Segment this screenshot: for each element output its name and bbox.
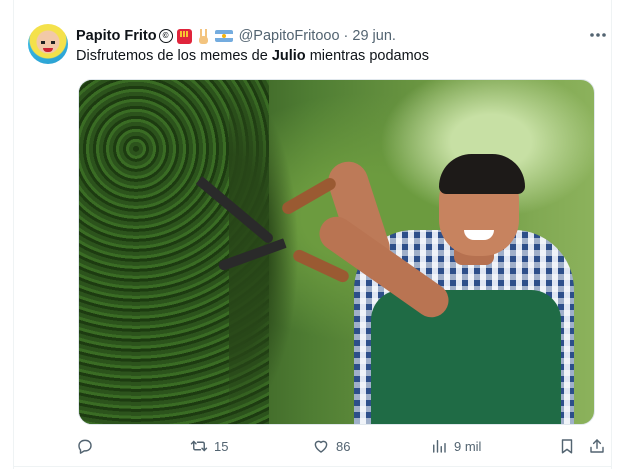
retweet-button[interactable]: 15 — [190, 434, 228, 458]
avatar-eyes — [41, 41, 55, 44]
views-button[interactable]: 9 mil — [430, 434, 481, 458]
share-icon — [590, 439, 604, 453]
bookmark-button[interactable] — [558, 434, 576, 458]
header-separator: · — [343, 28, 349, 44]
name-emojis: © — [158, 28, 237, 44]
timeline-border-right — [611, 0, 612, 469]
retweet-icon — [190, 440, 208, 452]
fries-emoji-icon — [176, 28, 192, 44]
tweet-divider — [13, 466, 612, 467]
reply-button[interactable] — [76, 434, 100, 458]
copyright-mark: © — [158, 29, 173, 43]
tweet-header: Papito Frito © @PapitoFritooo · 29 jun. — [76, 27, 396, 45]
user-handle[interactable]: @PapitoFritooo — [239, 28, 340, 44]
retweet-count: 15 — [214, 438, 229, 454]
share-button[interactable] — [588, 434, 606, 458]
hair — [439, 154, 525, 194]
display-name[interactable]: Papito Frito — [76, 28, 157, 44]
more-button[interactable] — [586, 26, 610, 44]
avatar-mouth — [43, 48, 53, 52]
tweet-text: Disfrutemos de los memes de Julio mientr… — [76, 47, 429, 66]
argentina-flag-emoji-icon — [214, 30, 233, 42]
heart-icon — [314, 440, 328, 453]
tweet-date[interactable]: 29 jun. — [352, 28, 396, 44]
tweet-media-image[interactable] — [78, 79, 595, 425]
tweet-text-after: mientras podamos — [305, 48, 429, 64]
views-chart-icon — [433, 440, 446, 453]
bookmark-icon — [561, 439, 573, 454]
green-apron — [371, 290, 561, 424]
tweet-text-bold: Julio — [271, 48, 306, 64]
peace-hand-emoji-icon — [196, 28, 211, 44]
tweet-text-before: Disfrutemos de los memes de — [76, 48, 272, 64]
reply-icon — [78, 439, 92, 454]
tweet[interactable]: Papito Frito © @PapitoFritooo · 29 jun. … — [14, 0, 611, 466]
avatar[interactable] — [28, 24, 68, 64]
more-horizontal-icon — [590, 33, 606, 37]
like-button[interactable]: 86 — [312, 434, 350, 458]
like-count: 86 — [336, 438, 351, 454]
tweet-actions: 15 86 9 mil — [76, 434, 608, 458]
views-count: 9 mil — [454, 438, 482, 454]
